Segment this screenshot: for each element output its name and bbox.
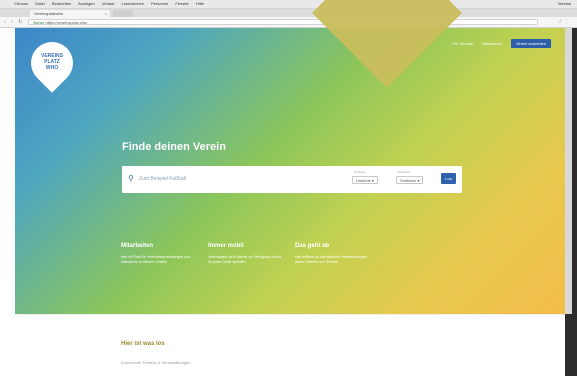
browser-tab-bar: Vereinsplatzwho × — [0, 9, 577, 24]
feature-1: Mitarbeiten Hier ist Platz für Vereinsbe… — [121, 243, 199, 265]
feature-text: Hier erfährst du alle aktuellen Veransta… — [295, 255, 367, 264]
menu-hilfe[interactable]: Hilfe — [196, 1, 204, 6]
scrollbar-track[interactable] — [565, 28, 572, 314]
chevron-down-icon: ▾ — [371, 178, 374, 183]
search-button[interactable]: Los — [441, 173, 456, 184]
browser-nav-icons[interactable]: ‹ › ↻ — [4, 19, 24, 25]
new-tab-button[interactable] — [113, 10, 133, 17]
site-top-nav: Für Vereine Mitmachen Verein anmelden — [452, 39, 551, 48]
window-right-edge — [565, 28, 577, 376]
section-divider — [15, 314, 565, 315]
feature-text: Vereinsplatz steht überall zur Verfügung… — [208, 255, 282, 264]
menu-fenster[interactable]: Fenster — [175, 1, 189, 6]
nav-link-mitmachen[interactable]: Mitmachen — [482, 41, 502, 46]
menu-anzeigen[interactable]: Anzeigen — [78, 1, 95, 6]
logo[interactable]: VEREINS PLATZ WHO — [31, 53, 73, 71]
menu-lesezeichen[interactable]: Lesezeichen — [121, 1, 143, 6]
logo-line-3: WHO — [45, 65, 59, 71]
feature-title: Das geht ab — [295, 243, 330, 249]
search-icon: ⚲ — [128, 174, 134, 183]
menu-verlauf[interactable]: Verlauf — [102, 1, 114, 6]
nav-link-vereine[interactable]: Für Vereine — [452, 41, 473, 46]
search-box: ⚲ Zum Beispiel Fußball Umkreis Umkreis ▾… — [122, 166, 462, 193]
os-menu-right[interactable]: Vereins — [558, 0, 571, 8]
browser-address-bar: ‹ › ↻ Sicher https://vereinsplatz.who ☆ … — [0, 17, 577, 28]
browser-menu-icons[interactable]: ☆ ⋮ — [558, 19, 569, 25]
os-menu-bar: Chrome Datei Bearbeiten Anzeigen Verlauf… — [0, 0, 577, 9]
filter-sort-label: Sortieren — [398, 170, 411, 174]
filter-radius-label: Umkreis — [354, 170, 365, 174]
feature-3: Das geht ab Hier erfährst du alle aktuel… — [295, 243, 373, 265]
feature-2: Immer mobil Vereinsplatz steht überall z… — [208, 243, 286, 265]
tab-close-icon[interactable]: × — [105, 10, 107, 17]
page-title: Finde deinen Verein — [122, 141, 226, 153]
search-input[interactable]: Zum Beispiel Fußball — [139, 176, 186, 182]
menu-datei[interactable]: Datei — [35, 1, 44, 6]
filter-sort-select[interactable]: Sortieren ▾ — [396, 176, 424, 184]
filter-radius-select[interactable]: Umkreis ▾ — [352, 176, 378, 184]
feature-title: Mitarbeiten — [121, 243, 154, 249]
events-section-title: Hier ist was los — [121, 341, 165, 347]
chevron-down-icon: ▾ — [417, 178, 420, 183]
feature-title: Immer mobil — [208, 243, 244, 249]
browser-tab[interactable]: Vereinsplatzwho × — [30, 10, 110, 17]
feature-text: Hier ist Platz für Vereinsbeschreibungen… — [121, 255, 191, 264]
tab-title: Vereinsplatzwho — [34, 11, 64, 16]
secure-label: Sicher — [33, 20, 45, 25]
events-section-subtitle: Kommende Termine & Veranstaltungen — [121, 360, 191, 365]
url-field[interactable]: Sicher https://vereinsplatz.who — [28, 19, 538, 25]
filter-sort-value: Sortieren — [400, 178, 417, 183]
menu-personen[interactable]: Personen — [151, 1, 168, 6]
register-club-button[interactable]: Verein anmelden — [510, 39, 551, 48]
filter-radius-value: Umkreis — [356, 178, 371, 183]
menu-bearbeiten[interactable]: Bearbeiten — [52, 1, 71, 6]
os-menu-items: Chrome Datei Bearbeiten Anzeigen Verlauf… — [14, 0, 210, 8]
menu-chrome[interactable]: Chrome — [14, 1, 28, 6]
url-path: https://vereinsplatz.who — [45, 20, 88, 25]
